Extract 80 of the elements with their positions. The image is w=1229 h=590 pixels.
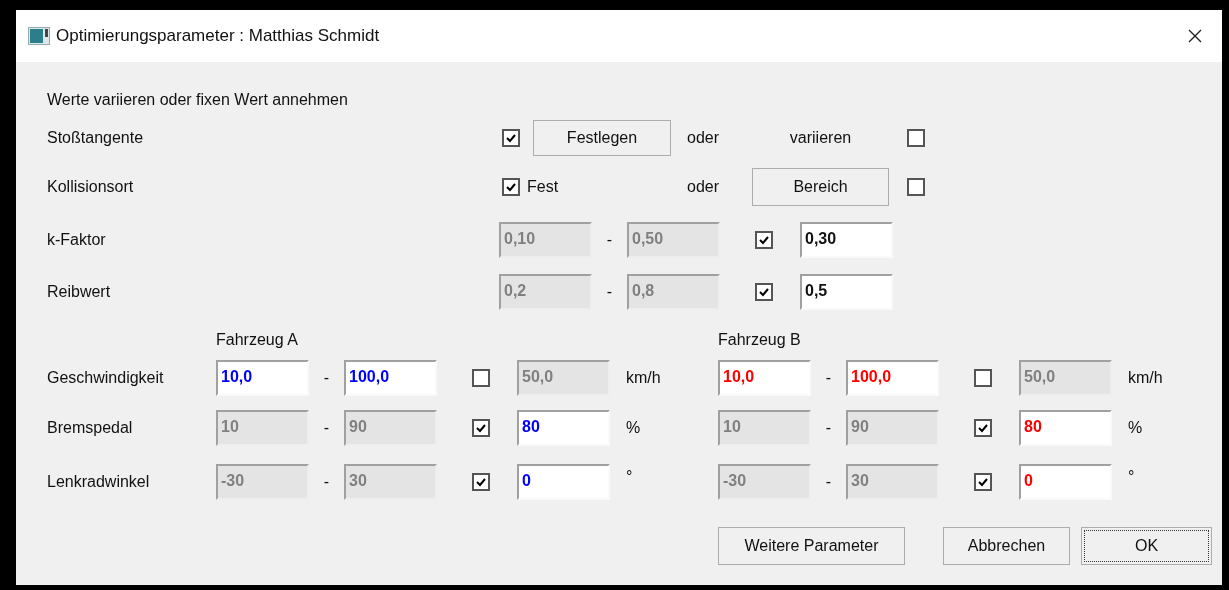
checkbox[interactable] bbox=[974, 419, 992, 437]
unit-label: km/h bbox=[1128, 369, 1163, 387]
dialog-button[interactable]: Weitere Parameter bbox=[718, 527, 905, 565]
range-dash: - bbox=[824, 369, 833, 387]
or-label: oder bbox=[687, 178, 721, 196]
range-dash: - bbox=[824, 419, 833, 437]
max-field[interactable]: 0,50 bbox=[627, 222, 720, 258]
value-field[interactable]: 0,5 bbox=[800, 274, 893, 310]
fix-button[interactable]: Festlegen bbox=[533, 120, 671, 156]
check-icon bbox=[977, 423, 989, 433]
checkbox[interactable] bbox=[502, 129, 520, 147]
row-label: Reibwert bbox=[47, 283, 112, 301]
range-dash: - bbox=[322, 419, 331, 437]
unit-label: % bbox=[1128, 419, 1143, 437]
range-dash: - bbox=[322, 369, 331, 387]
check-icon bbox=[475, 477, 487, 487]
checkbox[interactable] bbox=[472, 473, 490, 491]
checkbox[interactable] bbox=[974, 369, 992, 387]
checkbox[interactable] bbox=[472, 369, 490, 387]
check-icon bbox=[758, 287, 770, 297]
range-dash: - bbox=[322, 473, 331, 491]
max-field[interactable]: 30 bbox=[344, 464, 437, 500]
intro-text: Werte variieren oder fixen Wert annehmen bbox=[47, 91, 348, 109]
checkbox[interactable] bbox=[472, 419, 490, 437]
max-field[interactable]: 100,0 bbox=[344, 360, 437, 396]
check-icon bbox=[977, 477, 989, 487]
value-field[interactable]: 80 bbox=[517, 410, 610, 446]
min-field[interactable]: 10,0 bbox=[216, 360, 309, 396]
value-field[interactable]: 50,0 bbox=[517, 360, 610, 396]
app-icon bbox=[28, 27, 50, 45]
value-field[interactable]: 0,30 bbox=[800, 222, 893, 258]
checkbox[interactable] bbox=[974, 473, 992, 491]
checkbox[interactable] bbox=[907, 178, 925, 196]
checkbox[interactable] bbox=[907, 129, 925, 147]
min-field[interactable]: 10 bbox=[718, 410, 811, 446]
range-dash: - bbox=[824, 473, 833, 491]
value-field[interactable]: 50,0 bbox=[1019, 360, 1112, 396]
row-label: Bremspedal bbox=[47, 419, 134, 437]
check-icon bbox=[505, 133, 517, 143]
check-icon bbox=[505, 182, 517, 192]
min-field[interactable]: -30 bbox=[216, 464, 309, 500]
min-field[interactable]: 0,10 bbox=[499, 222, 592, 258]
close-icon[interactable] bbox=[1188, 29, 1202, 43]
checkbox-label: Fest bbox=[527, 178, 559, 196]
max-field[interactable]: 90 bbox=[846, 410, 939, 446]
min-field[interactable]: -30 bbox=[718, 464, 811, 500]
range-dash: - bbox=[605, 231, 614, 249]
max-field[interactable]: 30 bbox=[846, 464, 939, 500]
unit-label: ° bbox=[626, 468, 633, 486]
row-label: k-Faktor bbox=[47, 231, 107, 249]
min-field[interactable]: 0,2 bbox=[499, 274, 592, 310]
value-field[interactable]: 0 bbox=[1019, 464, 1112, 500]
unit-label: km/h bbox=[626, 369, 661, 387]
max-field[interactable]: 0,8 bbox=[627, 274, 720, 310]
value-field[interactable]: 0 bbox=[517, 464, 610, 500]
dialog-button[interactable]: Abbrechen bbox=[943, 527, 1070, 565]
or-label: oder bbox=[687, 129, 721, 147]
checkbox[interactable] bbox=[755, 283, 773, 301]
window-title: Optimierungsparameter : Matthias Schmidt bbox=[56, 26, 381, 46]
row-label: Geschwindigkeit bbox=[47, 369, 165, 387]
unit-label: ° bbox=[1128, 468, 1135, 486]
value-field[interactable]: 80 bbox=[1019, 410, 1112, 446]
vehicle-heading: Fahrzeug B bbox=[718, 331, 802, 349]
row-label: Stoßtangente bbox=[47, 129, 145, 147]
range-dash: - bbox=[605, 283, 614, 301]
checkbox[interactable] bbox=[502, 178, 520, 196]
max-field[interactable]: 100,0 bbox=[846, 360, 939, 396]
min-field[interactable]: 10 bbox=[216, 410, 309, 446]
max-field[interactable]: 90 bbox=[344, 410, 437, 446]
unit-label: % bbox=[626, 419, 641, 437]
checkbox[interactable] bbox=[755, 231, 773, 249]
dialog-button[interactable]: OK bbox=[1081, 527, 1212, 565]
check-icon bbox=[758, 235, 770, 245]
vary-label: variieren bbox=[789, 129, 852, 147]
row-label: Kollisionsort bbox=[47, 178, 135, 196]
range-button[interactable]: Bereich bbox=[752, 168, 889, 206]
vehicle-heading: Fahrzeug A bbox=[216, 331, 299, 349]
row-label: Lenkradwinkel bbox=[47, 473, 151, 491]
check-icon bbox=[475, 423, 487, 433]
min-field[interactable]: 10,0 bbox=[718, 360, 811, 396]
